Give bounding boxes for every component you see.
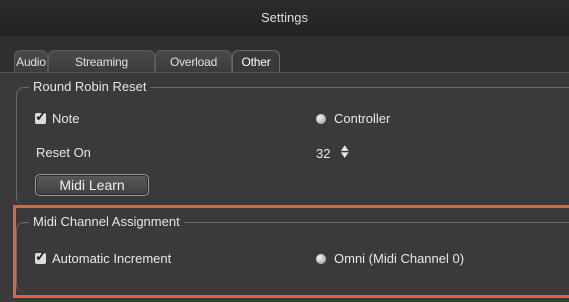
reset-on-stepper[interactable]: 32 ▴ ▾ bbox=[316, 143, 349, 162]
checkbox-checked-icon bbox=[35, 108, 47, 125]
group-title-midi-channel: Midi Channel Assignment bbox=[29, 214, 184, 229]
note-label: Note bbox=[52, 111, 80, 126]
group-title-round-robin: Round Robin Reset bbox=[29, 79, 151, 94]
omni-label: Omni (Midi Channel 0) bbox=[334, 251, 465, 266]
tab-audio[interactable]: Audio bbox=[14, 50, 48, 72]
tab-streaming[interactable]: Streaming bbox=[48, 50, 155, 72]
automatic-increment-checkbox[interactable]: Automatic Increment bbox=[35, 248, 172, 266]
checkbox-checked-icon bbox=[35, 248, 47, 265]
automatic-increment-label: Automatic Increment bbox=[52, 251, 172, 266]
reset-on-label: Reset On bbox=[36, 145, 91, 160]
radio-icon bbox=[316, 114, 326, 124]
controller-label: Controller bbox=[334, 111, 391, 126]
note-checkbox[interactable]: Note bbox=[35, 108, 80, 126]
stepper-arrows-icon[interactable]: ▴ ▾ bbox=[341, 143, 349, 161]
settings-panel: Round Robin Reset Note Controller Reset … bbox=[0, 73, 569, 302]
midi-learn-button[interactable]: Midi Learn bbox=[35, 174, 149, 196]
reset-on-value: 32 bbox=[316, 146, 331, 161]
window-title: Settings bbox=[261, 10, 308, 25]
tab-overload[interactable]: Overload bbox=[155, 50, 232, 72]
controller-radio[interactable]: Controller bbox=[316, 111, 390, 126]
omni-radio[interactable]: Omni (Midi Channel 0) bbox=[316, 251, 464, 266]
tab-other[interactable]: Other bbox=[232, 50, 280, 73]
radio-icon bbox=[316, 254, 326, 264]
window-titlebar: Settings bbox=[0, 0, 569, 36]
